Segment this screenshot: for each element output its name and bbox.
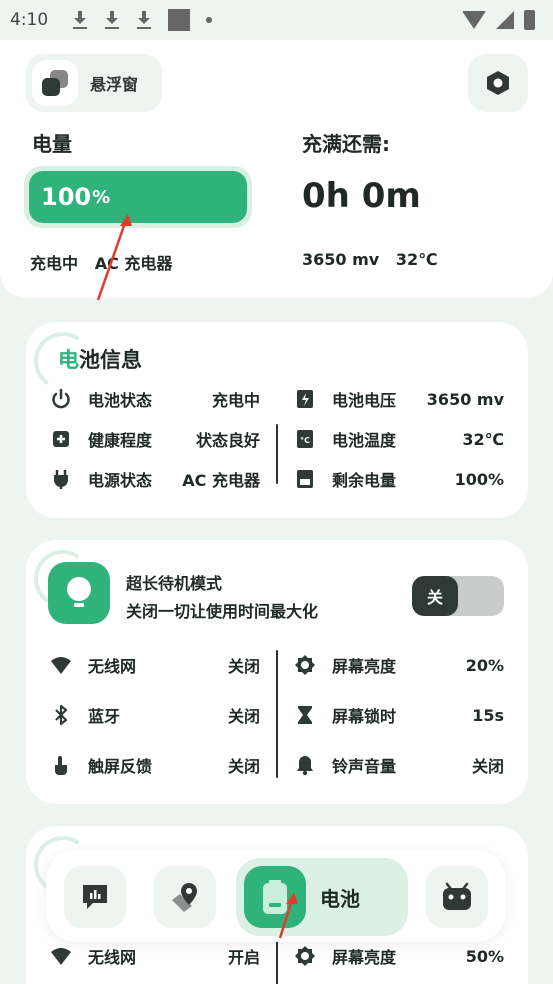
plug-icon bbox=[54, 470, 68, 489]
battery-info-title: 电池信息 bbox=[58, 348, 142, 372]
standby-mode-toggle[interactable]: 关 bbox=[412, 576, 504, 616]
status-time: 4:10 bbox=[10, 10, 49, 30]
standby-mode-icon bbox=[48, 562, 110, 624]
power-icon bbox=[52, 388, 70, 409]
summary-voltage: 3650 mv bbox=[302, 250, 380, 269]
mode-row-wifi: 无线网 关闭 bbox=[50, 652, 260, 678]
mode-row-wifi: 无线网 开启 bbox=[50, 943, 260, 969]
battery-level-fill: 100% bbox=[29, 171, 247, 223]
nav-battery-label: 电池 bbox=[320, 886, 360, 911]
float-window-icon bbox=[32, 60, 78, 106]
info-row-health: 健康程度 状态良好 bbox=[50, 426, 260, 452]
nav-location-button[interactable] bbox=[154, 866, 216, 928]
full-charge-label: 充满还需: bbox=[302, 132, 390, 156]
time-remaining: 0h 0m bbox=[302, 176, 421, 216]
mode-row-ringtone: 铃声音量 关闭 bbox=[294, 752, 504, 778]
nav-battery-button[interactable]: 电池 bbox=[236, 858, 408, 936]
nav-dashboard-button[interactable] bbox=[64, 866, 126, 928]
mode-row-screen-timeout: 屏幕锁时 15s bbox=[294, 702, 504, 728]
battery-nav-icon bbox=[263, 880, 287, 914]
info-row-remaining: 剩余电量 100% bbox=[294, 466, 504, 492]
notification-square-icon bbox=[168, 9, 191, 31]
download-icon bbox=[136, 11, 152, 29]
info-row-battery-status: 电池状态 充电中 bbox=[50, 386, 260, 412]
voltage-temperature: 3650 mv 32℃ bbox=[302, 250, 438, 269]
battery-status-icon bbox=[524, 10, 535, 30]
battery-percent: 100 bbox=[41, 183, 92, 211]
touch-icon bbox=[55, 756, 67, 775]
nav-android-button[interactable] bbox=[426, 866, 488, 928]
column-divider bbox=[276, 936, 278, 984]
column-divider bbox=[276, 424, 278, 484]
standby-mode-title: 超长待机模式 bbox=[126, 574, 223, 593]
lightbulb-icon bbox=[67, 577, 91, 607]
battery-info-card: 电池信息 电池状态 充电中 健康程度 状态良好 电源状态 AC 充电器 电池电压… bbox=[26, 322, 528, 518]
toggle-knob: 关 bbox=[412, 576, 458, 616]
bottom-navigation: 电池 bbox=[46, 850, 506, 942]
battery-level-bar: 100% bbox=[24, 166, 252, 228]
android-icon bbox=[443, 882, 471, 910]
info-row-voltage: 电池电压 3650 mv bbox=[294, 386, 504, 412]
settings-button[interactable] bbox=[468, 54, 528, 112]
mode-row-brightness: 屏幕亮度 20% bbox=[294, 652, 504, 678]
download-icon bbox=[72, 11, 88, 29]
hourglass-icon bbox=[298, 706, 312, 724]
power-label: 电量 bbox=[32, 132, 72, 156]
bell-icon bbox=[297, 756, 313, 776]
mode-row-bluetooth: 蓝牙 关闭 bbox=[50, 702, 260, 728]
voltage-icon bbox=[297, 390, 313, 408]
column-divider bbox=[276, 650, 278, 778]
standby-mode-card[interactable]: 超长待机模式 关闭一切让使用时间最大化 关 无线网 关闭 蓝牙 关闭 触屏反馈 … bbox=[26, 540, 528, 804]
wifi-icon bbox=[51, 657, 71, 674]
brightness-icon bbox=[295, 655, 315, 675]
temperature-icon: °C bbox=[297, 430, 313, 448]
battery-summary-card: 悬浮窗 电量 充满还需: 100% 0h 0m 充电中 AC 充电器 3650 … bbox=[0, 40, 553, 298]
mode-row-touch-feedback: 触屏反馈 关闭 bbox=[50, 752, 260, 778]
nav-battery-icon-box bbox=[244, 866, 306, 928]
info-row-power-source: 电源状态 AC 充电器 bbox=[50, 466, 260, 492]
download-icon bbox=[104, 11, 120, 29]
float-window-label: 悬浮窗 bbox=[90, 75, 139, 94]
battery-icon bbox=[297, 470, 313, 488]
charger-type: AC 充电器 bbox=[94, 254, 173, 273]
charge-status: 充电中 bbox=[30, 254, 79, 273]
float-window-button[interactable]: 悬浮窗 bbox=[26, 54, 162, 112]
mode-row-brightness: 屏幕亮度 50% bbox=[294, 943, 504, 969]
brightness-icon bbox=[295, 946, 315, 966]
wifi-status-icon bbox=[462, 11, 486, 29]
battery-percent-unit: % bbox=[92, 186, 111, 208]
signal-icon bbox=[496, 11, 514, 29]
settings-hexagon-icon bbox=[487, 71, 509, 95]
status-bar: 4:10 bbox=[0, 0, 553, 40]
location-pin-icon bbox=[172, 883, 197, 912]
more-notifications-dot-icon bbox=[206, 17, 213, 23]
svg-text:°C: °C bbox=[300, 436, 310, 445]
wifi-icon bbox=[51, 948, 71, 965]
health-icon bbox=[53, 431, 69, 447]
chart-bubble-icon bbox=[83, 885, 107, 909]
summary-temperature: 32℃ bbox=[395, 250, 438, 269]
standby-mode-subtitle: 关闭一切让使用时间最大化 bbox=[126, 602, 319, 621]
charge-state: 充电中 AC 充电器 bbox=[30, 250, 172, 274]
bluetooth-icon bbox=[55, 704, 68, 726]
info-row-temperature: °C 电池温度 32℃ bbox=[294, 426, 504, 452]
